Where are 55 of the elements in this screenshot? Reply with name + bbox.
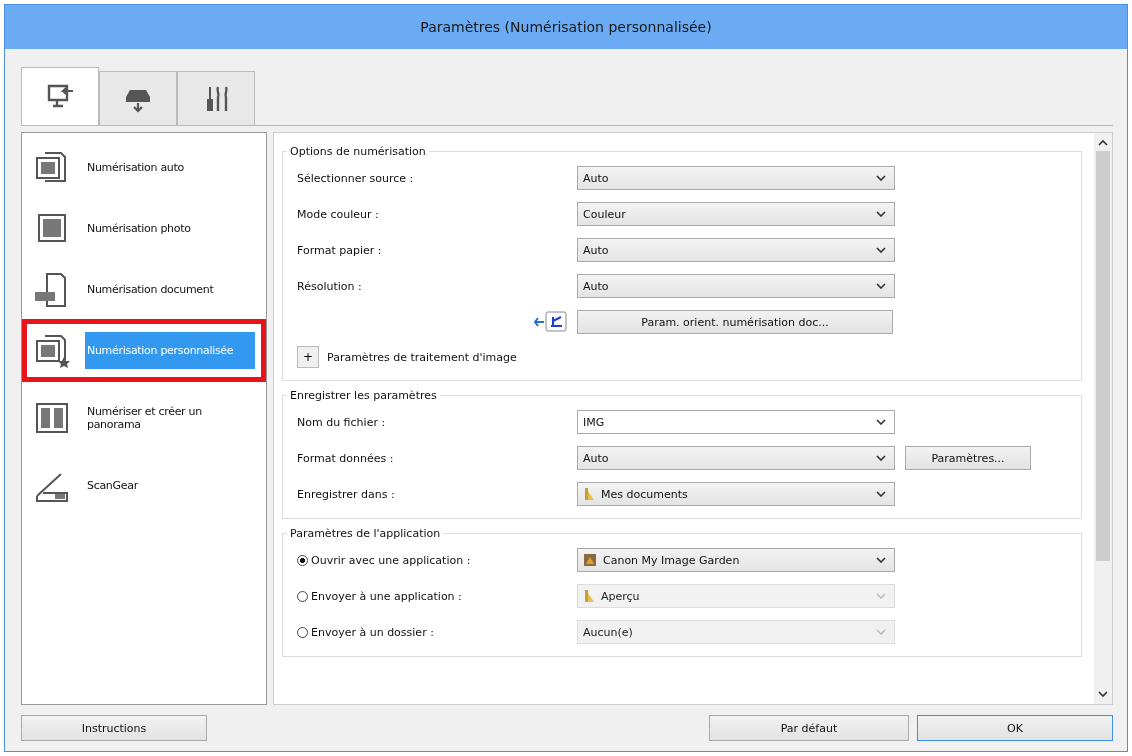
sidebar-item[interactable]: Numérisation auto — [85, 149, 255, 186]
section-title: Enregistrer les paramètres — [289, 389, 438, 402]
dropdown[interactable]: Auto — [577, 446, 895, 470]
tab[interactable] — [21, 67, 99, 125]
dropdown[interactable]: Auto — [577, 166, 895, 190]
panorama-icon — [33, 400, 71, 436]
tab[interactable] — [177, 71, 255, 125]
scroll-up-icon[interactable] — [1098, 139, 1108, 147]
chevron-down-icon — [876, 557, 886, 563]
field-label: Format papier : — [297, 243, 383, 257]
dropdown[interactable]: Auto — [577, 274, 895, 298]
sidebar-item[interactable]: Numérisation document — [85, 271, 255, 308]
dialog-button[interactable]: Par défaut — [709, 715, 909, 741]
chevron-down-icon — [876, 283, 886, 289]
folder-icon — [583, 589, 595, 603]
sidebar-item[interactable]: Numérisation photo — [85, 210, 255, 247]
chevron-down-icon — [876, 175, 886, 181]
settings-button[interactable]: Paramètres... — [905, 446, 1031, 470]
chevron-down-icon — [876, 211, 886, 217]
section-title: Options de numérisation — [289, 145, 427, 158]
orientation-settings-button[interactable]: Param. orient. numérisation doc... — [577, 310, 893, 334]
expand-button[interactable]: + — [297, 346, 319, 368]
sidebar-item[interactable]: ScanGear — [85, 467, 255, 504]
radio-button[interactable] — [297, 554, 308, 566]
chevron-down-icon — [876, 593, 886, 599]
dropdown[interactable]: Canon My Image Garden — [577, 548, 895, 572]
chevron-down-icon — [876, 629, 886, 635]
dialog-button[interactable]: OK — [917, 715, 1113, 741]
dropdown[interactable]: IMG — [577, 410, 895, 434]
field-label: Résolution : — [297, 279, 363, 293]
field-label: Nom du fichier : — [297, 415, 387, 429]
folder-icon — [583, 487, 595, 501]
scrollbar[interactable] — [1094, 133, 1112, 704]
dropdown[interactable]: Couleur — [577, 202, 895, 226]
window-title: Paramètres (Numérisation personnalisée) — [420, 19, 712, 35]
chevron-down-icon — [876, 419, 886, 425]
pages-star-icon — [33, 332, 71, 369]
radio-option[interactable]: Ouvrir avec une application : — [297, 553, 577, 567]
dropdown[interactable]: Mes documents — [577, 482, 895, 506]
dialog-button[interactable]: Instructions — [21, 715, 207, 741]
field-label: Format données : — [297, 451, 395, 465]
field-label: Mode couleur : — [297, 207, 380, 221]
app-icon — [583, 553, 597, 567]
field-label: Enregistrer dans : — [297, 487, 396, 501]
sidebar-item[interactable]: Numériser et créer un panorama — [85, 393, 255, 443]
chevron-down-icon — [876, 491, 886, 497]
orientation-icon — [533, 310, 569, 334]
field-label: Sélectionner source : — [297, 171, 415, 185]
scroll-down-icon[interactable] — [1098, 690, 1108, 698]
tab[interactable] — [99, 71, 177, 125]
dropdown[interactable]: Auto — [577, 238, 895, 262]
chevron-down-icon — [876, 455, 886, 461]
expander-label: Paramètres de traitement d'image — [327, 350, 517, 364]
section-title: Paramètres de l'application — [289, 527, 442, 540]
chevron-down-icon — [876, 247, 886, 253]
